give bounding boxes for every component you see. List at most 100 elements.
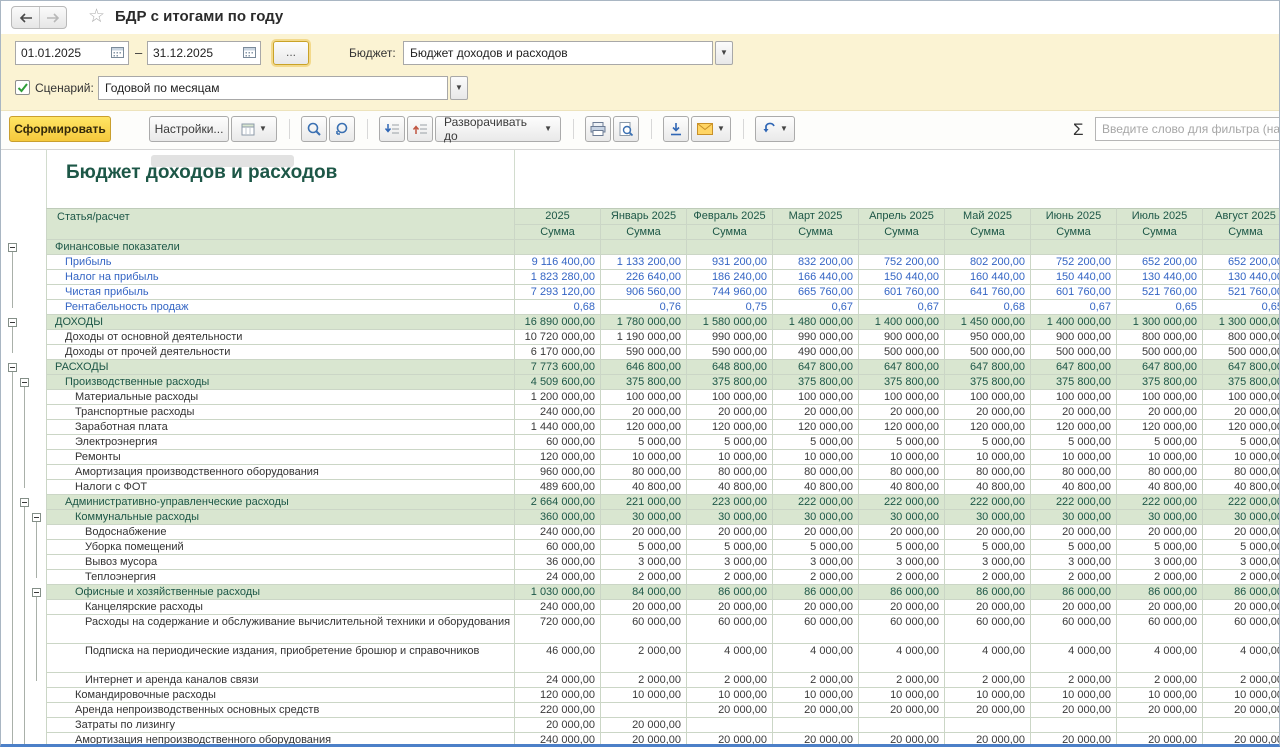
favorite-star-icon[interactable]: ☆ <box>88 5 105 28</box>
cell-value: 20 000,00 <box>1031 405 1117 420</box>
cell-value: 226 640,00 <box>601 270 687 285</box>
cell-value: 3 000,00 <box>687 555 773 570</box>
cell-value: 5 000,00 <box>773 435 859 450</box>
collapse-group-button[interactable] <box>32 588 41 597</box>
sum-sigma-icon[interactable]: Σ <box>1073 120 1084 140</box>
tree-connector-line <box>24 405 25 420</box>
envelope-icon <box>697 123 713 135</box>
generate-button[interactable]: Сформировать <box>9 116 111 142</box>
collapse-group-button[interactable] <box>20 498 29 507</box>
tree-connector-line <box>12 718 13 733</box>
cell-value: 40 800,00 <box>773 480 859 495</box>
cell-value: 500 000,00 <box>1203 345 1280 360</box>
cell-value: 960 000,00 <box>515 465 601 480</box>
cell-value: 60 000,00 <box>859 615 945 644</box>
cell-value: 5 000,00 <box>1117 540 1203 555</box>
table-row: Водоснабжение240 000,0020 000,0020 000,0… <box>1 525 1280 540</box>
calendar-icon[interactable] <box>243 46 258 60</box>
collapse-group-button[interactable] <box>8 243 17 252</box>
cell-value: 2 000,00 <box>1031 673 1117 688</box>
tree-connector-line <box>12 615 13 644</box>
collapse-group-button[interactable] <box>32 513 41 522</box>
cell-value: 20 000,00 <box>601 405 687 420</box>
amount-sublabel: Сумма <box>687 225 772 240</box>
collapse-group-button[interactable] <box>20 378 29 387</box>
cell-value: 20 000,00 <box>1203 600 1280 615</box>
report-grid: Статья/расчет2025СуммаЯнварь 2025СуммаФе… <box>1 208 1280 747</box>
cell-value: 990 000,00 <box>773 330 859 345</box>
cell-value <box>773 240 859 255</box>
print-button[interactable] <box>585 116 611 142</box>
quick-filter-input[interactable] <box>1096 118 1280 140</box>
tree-connector-line <box>12 525 13 540</box>
row-label[interactable]: Чистая прибыль <box>46 285 515 300</box>
row-label[interactable]: Налог на прибыль <box>46 270 515 285</box>
related-actions-button[interactable]: ▼ <box>755 116 795 142</box>
cell-value: 521 760,00 <box>1117 285 1203 300</box>
save-file-button[interactable] <box>663 116 689 142</box>
tree-connector-line <box>36 600 37 615</box>
table-row: Рентабельность продаж0,680,760,750,670,6… <box>1 300 1280 315</box>
cell-value: 120 000,00 <box>601 420 687 435</box>
chevron-down-icon: ▼ <box>544 125 552 133</box>
report-variant-button[interactable]: ▼ <box>231 116 277 142</box>
find-next-button[interactable] <box>329 116 355 142</box>
cell-value: 5 000,00 <box>1031 540 1117 555</box>
date-from-field[interactable] <box>15 41 129 65</box>
cell-value: 500 000,00 <box>1031 345 1117 360</box>
toolbar-separator <box>367 119 368 139</box>
calendar-icon[interactable] <box>111 46 126 60</box>
tree-connector-line <box>36 525 37 540</box>
row-label: Доходы от основной деятельности <box>46 330 515 345</box>
expand-to-button[interactable]: Разворачивать до ▼ <box>435 116 561 142</box>
row-label[interactable]: Прибыль <box>46 255 515 270</box>
date-to-field[interactable] <box>147 41 261 65</box>
chevron-down-icon: ▼ <box>259 125 267 133</box>
budget-combobox[interactable]: Бюджет доходов и расходов <box>403 41 713 65</box>
table-row: ДОХОДЫ16 890 000,001 780 000,001 580 000… <box>1 315 1280 330</box>
cell-value: 5 000,00 <box>687 540 773 555</box>
tree-gutter-cell <box>1 390 46 405</box>
column-header-article: Статья/расчет <box>46 208 515 240</box>
cell-value: 24 000,00 <box>515 673 601 688</box>
collapse-groups-button[interactable] <box>379 116 405 142</box>
cell-value: 590 000,00 <box>601 345 687 360</box>
settings-button[interactable]: Настройки... <box>149 116 229 142</box>
cell-value: 3 000,00 <box>859 555 945 570</box>
cell-value: 100 000,00 <box>1117 390 1203 405</box>
forward-button[interactable] <box>39 7 66 28</box>
scenario-dropdown-button[interactable]: ▼ <box>450 76 468 100</box>
row-label[interactable]: Рентабельность продаж <box>46 300 515 315</box>
period-more-button[interactable]: ... <box>273 41 309 65</box>
quick-filter-field[interactable] <box>1095 117 1280 141</box>
cell-value: 3 000,00 <box>1203 555 1280 570</box>
amount-sublabel: Сумма <box>1203 225 1280 240</box>
collapse-group-button[interactable] <box>8 318 17 327</box>
cell-value: 375 800,00 <box>1117 375 1203 390</box>
cell-value: 86 000,00 <box>687 585 773 600</box>
row-label: Вывоз мусора <box>46 555 515 570</box>
table-row: Уборка помещений60 000,005 000,005 000,0… <box>1 540 1280 555</box>
sheet-left-border <box>46 150 47 208</box>
cell-value: 86 000,00 <box>1117 585 1203 600</box>
back-button[interactable] <box>12 7 39 28</box>
scenario-checkbox[interactable] <box>15 80 30 95</box>
find-button[interactable] <box>301 116 327 142</box>
print-preview-button[interactable] <box>613 116 639 142</box>
cell-value: 20 000,00 <box>1203 703 1280 718</box>
tree-connector-line <box>24 525 25 540</box>
cell-value: 20 000,00 <box>1117 600 1203 615</box>
tree-connector-line <box>36 555 37 570</box>
collapse-groups-icon <box>384 121 400 137</box>
scenario-combobox[interactable]: Годовой по месяцам <box>98 76 448 100</box>
column-header-month: Август 2025Сумма <box>1203 208 1280 240</box>
row-label: Финансовые показатели <box>46 240 515 255</box>
collapse-group-button[interactable] <box>8 363 17 372</box>
filter-row-scenario: Сценарий: Годовой по месяцам ▼ <box>1 76 1279 102</box>
expand-groups-button[interactable] <box>407 116 433 142</box>
printer-icon <box>590 122 606 136</box>
cell-value: 1 133 200,00 <box>601 255 687 270</box>
send-mail-button[interactable]: ▼ <box>691 116 731 142</box>
budget-dropdown-button[interactable]: ▼ <box>715 41 733 65</box>
cell-value: 4 000,00 <box>945 644 1031 673</box>
